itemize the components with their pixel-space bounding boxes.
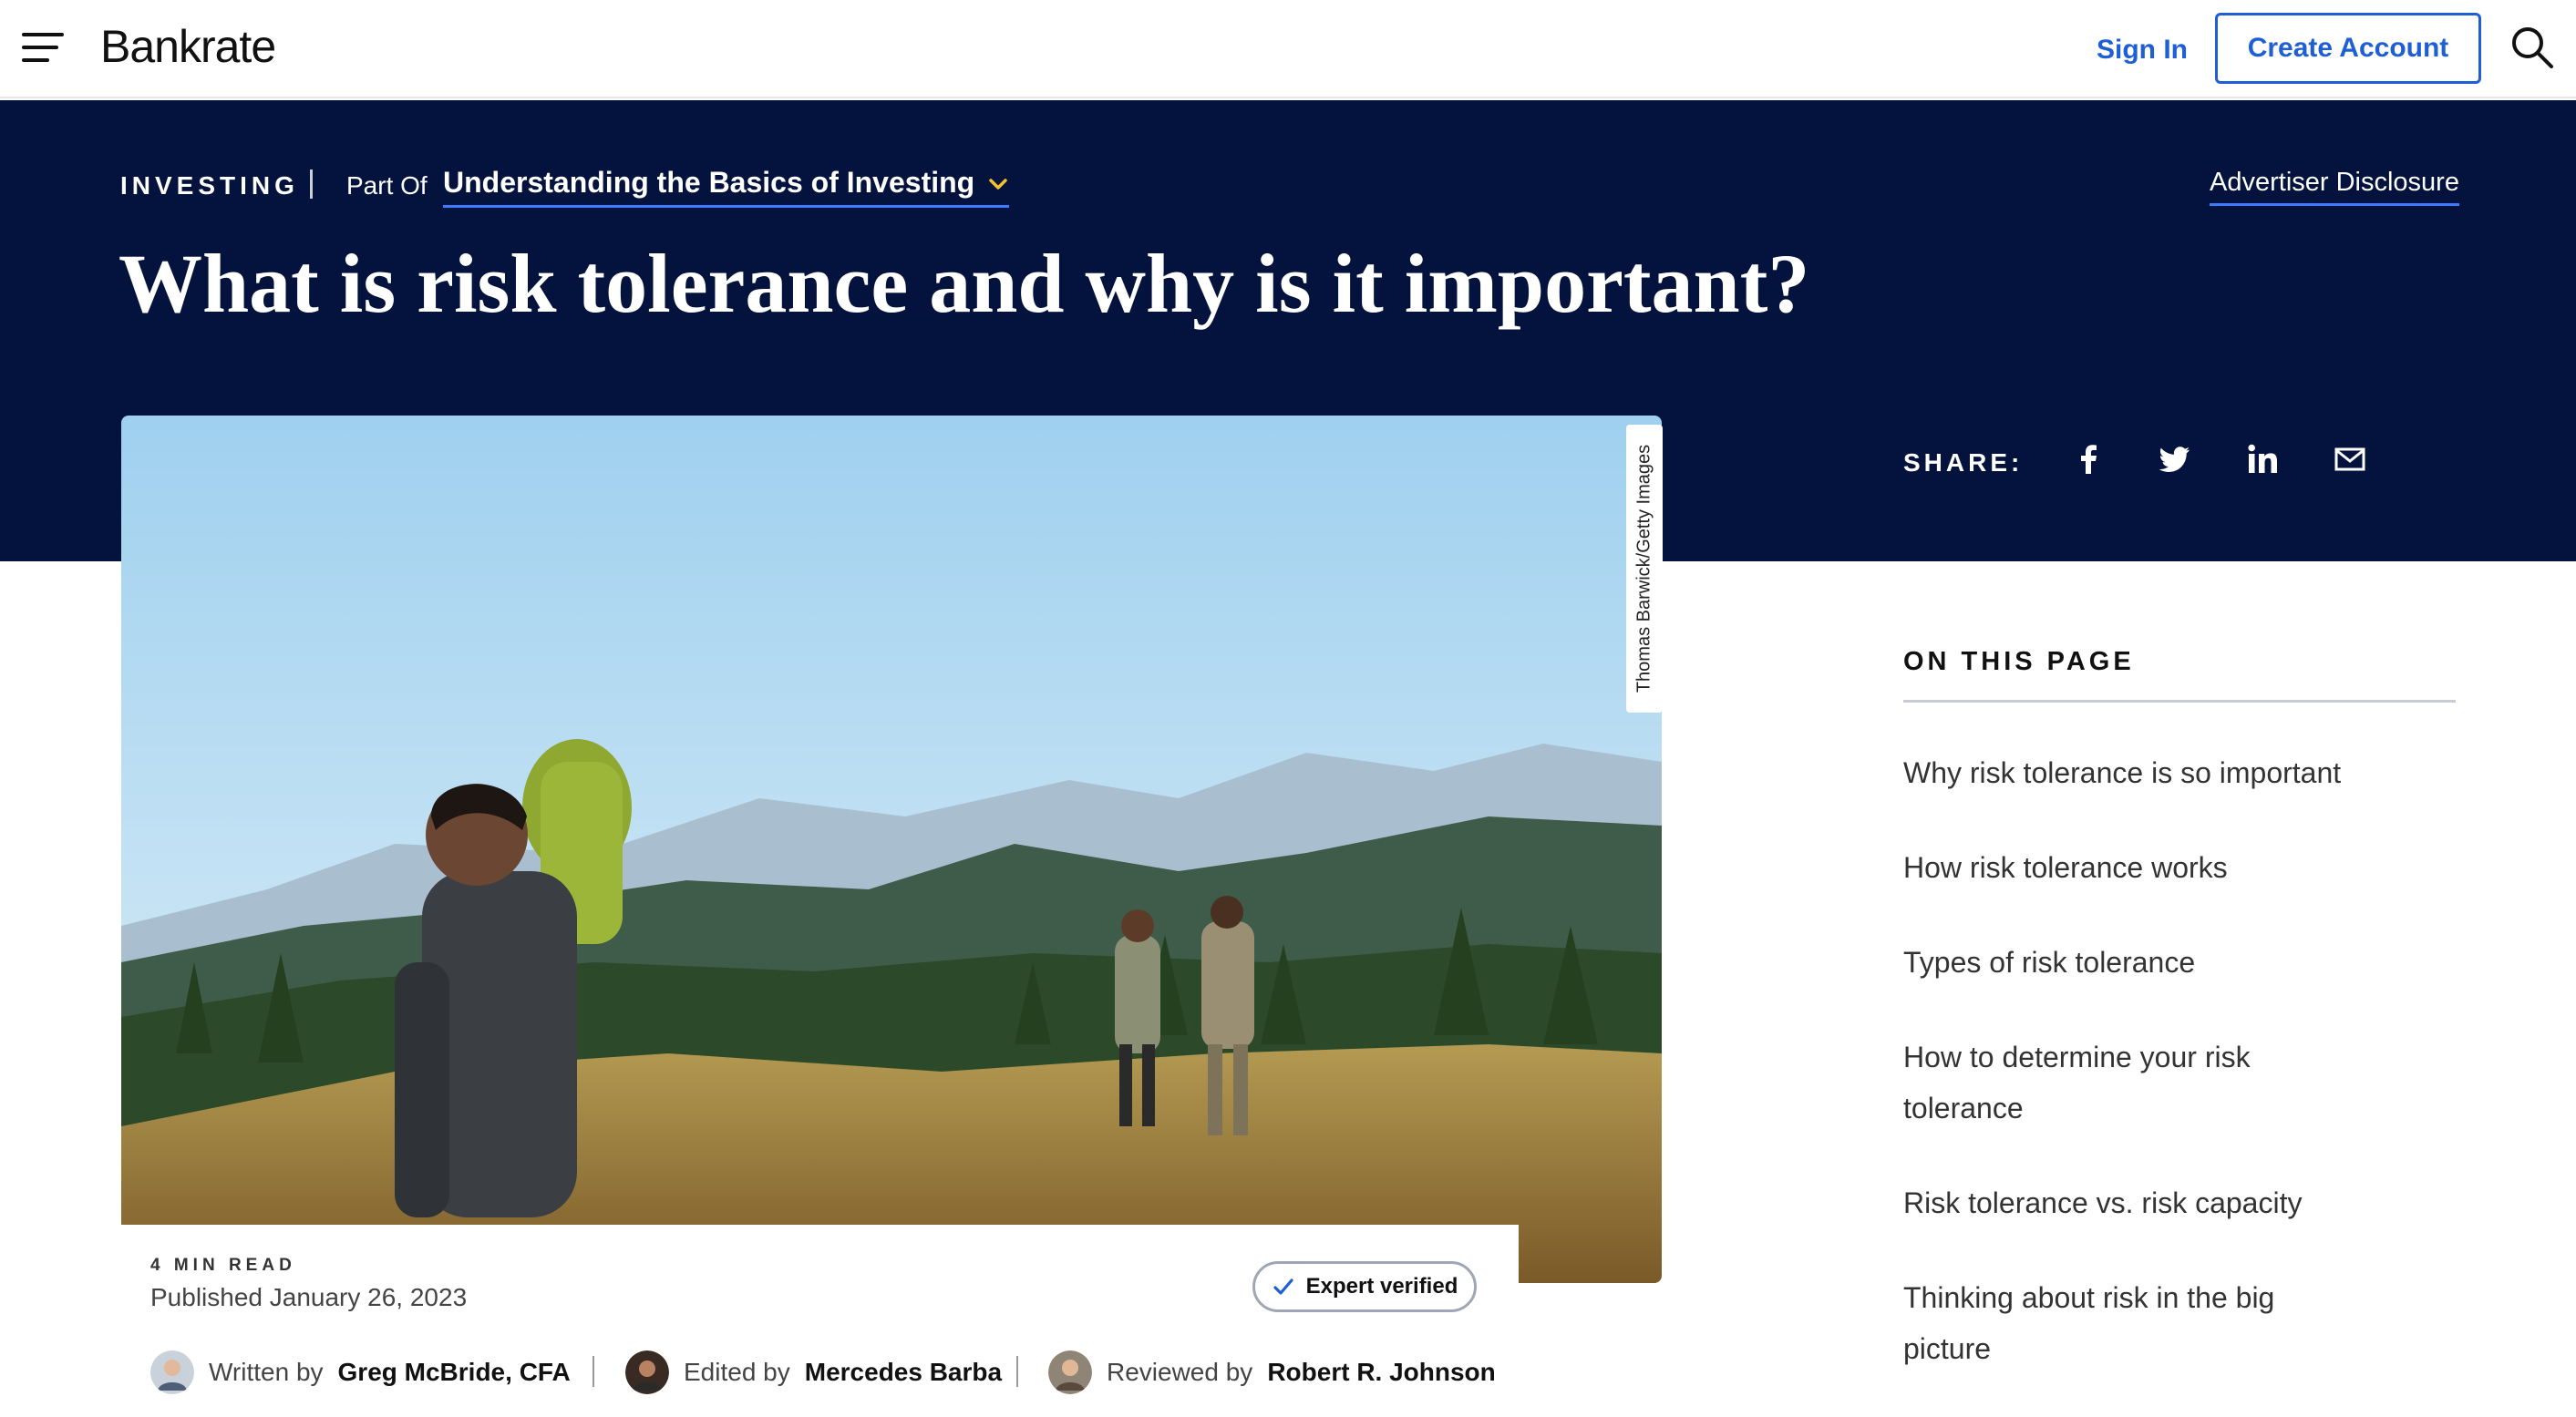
written-by-label: Written by xyxy=(209,1358,324,1386)
expert-verified-label: Expert verified xyxy=(1305,1274,1458,1299)
toc-item[interactable]: Types of risk tolerance xyxy=(1903,937,2377,988)
reviewer-avatar xyxy=(1048,1350,1092,1394)
toc-title: ON THIS PAGE xyxy=(1903,647,2135,676)
menu-icon[interactable] xyxy=(22,33,64,62)
editor-name: Mercedes Barba xyxy=(804,1358,1003,1386)
email-icon[interactable] xyxy=(2332,441,2368,477)
byline-separator xyxy=(1016,1356,1018,1387)
toc-item[interactable]: Risk tolerance vs. risk capacity xyxy=(1903,1177,2377,1228)
facebook-icon[interactable] xyxy=(2071,441,2107,477)
check-icon xyxy=(1273,1278,1293,1295)
published-date: Published January 26, 2023 xyxy=(150,1283,468,1311)
hikers-photo xyxy=(121,416,1662,1283)
editor-avatar xyxy=(625,1350,669,1394)
editor-byline[interactable]: Edited by Mercedes Barba xyxy=(625,1350,1002,1394)
series-title: Understanding the Basics of Investing xyxy=(443,166,975,199)
chevron-down-icon xyxy=(989,179,1007,190)
section-label[interactable]: INVESTING xyxy=(120,171,299,200)
create-account-button[interactable]: Create Account xyxy=(2215,13,2481,84)
toc-item[interactable]: How risk tolerance works xyxy=(1903,842,2377,893)
edited-by-label: Edited by xyxy=(684,1358,790,1386)
linkedin-icon[interactable] xyxy=(2244,441,2281,477)
toc-divider xyxy=(1903,700,2456,703)
reviewer-name: Robert R. Johnson xyxy=(1267,1358,1496,1386)
photo-credit: Thomas Barwick/Getty Images xyxy=(1633,444,1654,693)
writer-avatar xyxy=(150,1350,194,1394)
twitter-icon[interactable] xyxy=(2157,441,2193,477)
top-header: Bankrate Sign In Create Account xyxy=(0,0,2576,98)
breadcrumb-divider xyxy=(310,169,313,199)
writer-byline[interactable]: Written by Greg McBride, CFA xyxy=(150,1350,571,1394)
bankrate-logo[interactable]: Bankrate xyxy=(100,20,276,73)
read-time: 4 MIN READ xyxy=(150,1256,296,1275)
hero-image xyxy=(121,416,1662,1283)
byline-separator xyxy=(592,1356,594,1387)
page-title: What is risk tolerance and why is it imp… xyxy=(118,237,1810,330)
expert-verified-badge[interactable]: Expert verified xyxy=(1252,1261,1477,1312)
sign-in-link[interactable]: Sign In xyxy=(2097,35,2188,66)
toc-item[interactable]: How to determine your risk tolerance xyxy=(1903,1032,2341,1134)
search-icon[interactable] xyxy=(2509,24,2556,71)
series-dropdown[interactable]: Understanding the Basics of Investing xyxy=(443,166,1010,208)
reviewed-by-label: Reviewed by xyxy=(1107,1358,1253,1386)
toc-item[interactable]: Thinking about risk in the big picture xyxy=(1903,1272,2341,1374)
part-of-label: Part Of xyxy=(346,171,428,200)
reviewer-byline[interactable]: Reviewed by Robert R. Johnson xyxy=(1048,1350,1496,1394)
share-label: SHARE: xyxy=(1903,448,2024,477)
toc-item[interactable]: Why risk tolerance is so important xyxy=(1903,747,2377,798)
writer-name: Greg McBride, CFA xyxy=(337,1358,571,1386)
advertiser-disclosure-link[interactable]: Advertiser Disclosure xyxy=(2210,168,2459,206)
